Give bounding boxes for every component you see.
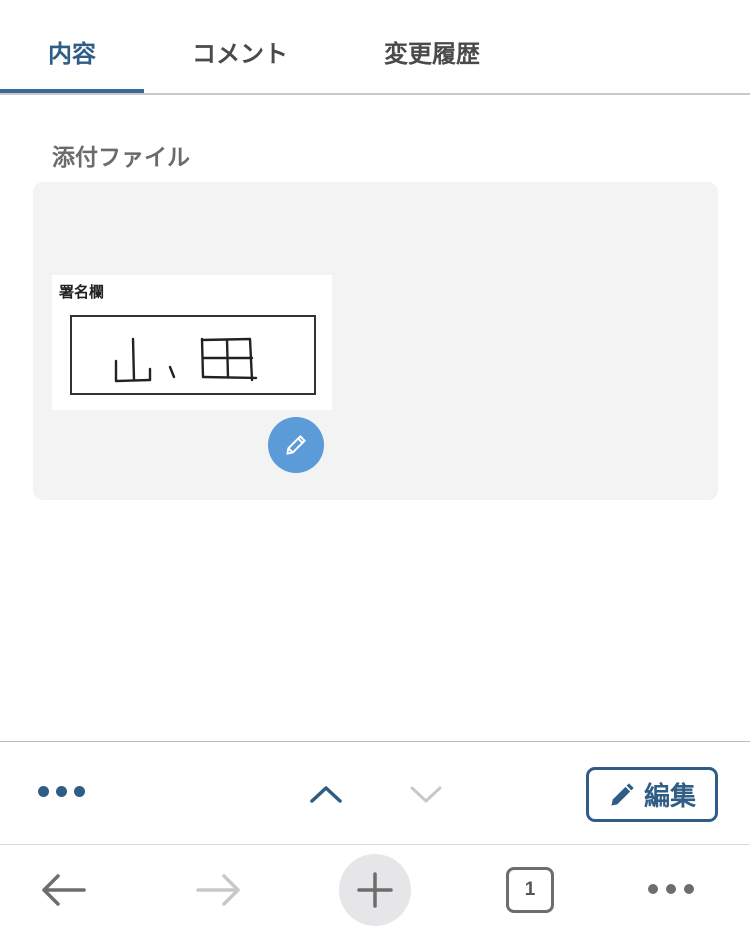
forward-arrow-icon[interactable] <box>194 872 244 908</box>
pencil-icon <box>286 435 306 455</box>
new-tab-button[interactable] <box>339 854 411 926</box>
ellipsis-icon[interactable] <box>38 786 86 800</box>
active-tab-indicator <box>0 89 144 93</box>
browser-menu-icon[interactable] <box>648 884 696 896</box>
edit-button-label: 編集 <box>643 782 696 812</box>
back-arrow-icon[interactable] <box>38 872 88 908</box>
tab-history[interactable]: 変更履歴 <box>384 34 480 69</box>
tab-bar: 内容 コメント 変更履歴 <box>0 0 750 95</box>
section-title: 添付ファイル <box>52 145 190 171</box>
record-action-bar: 編集 <box>0 741 750 845</box>
tab-content[interactable]: 内容 <box>48 34 96 69</box>
signature-caption: 署名欄 <box>59 283 105 301</box>
edit-button[interactable]: 編集 <box>586 767 718 822</box>
plus-icon <box>357 872 393 908</box>
signature-drawing <box>114 337 258 383</box>
pencil-icon <box>611 782 634 805</box>
chevron-down-icon[interactable] <box>408 782 444 806</box>
browser-toolbar: 1 <box>0 846 750 934</box>
signature-attachment[interactable]: 署名欄 <box>52 275 332 410</box>
tab-switcher-button[interactable]: 1 <box>506 867 554 913</box>
tab-count: 1 <box>524 879 536 900</box>
chevron-up-icon[interactable] <box>308 782 344 806</box>
signature-box <box>70 315 316 395</box>
tab-comments[interactable]: コメント <box>192 34 288 69</box>
edit-signature-button[interactable] <box>268 417 324 473</box>
